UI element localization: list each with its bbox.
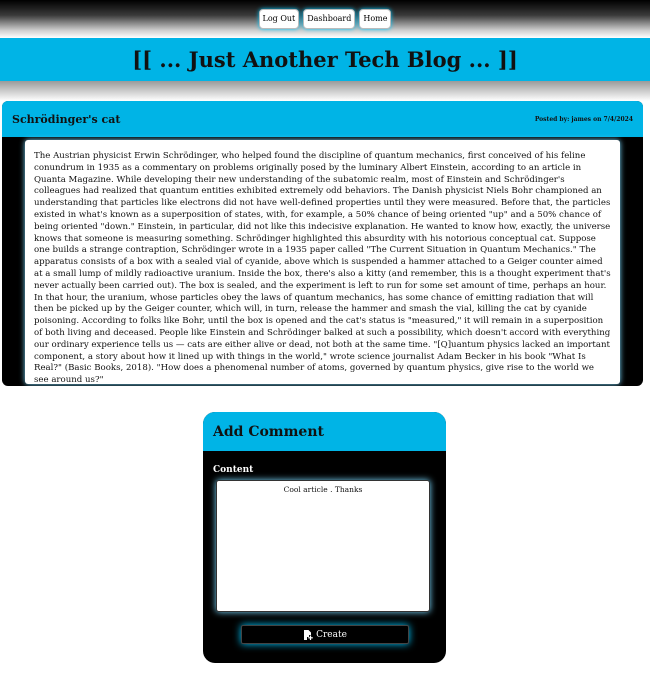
nav-bar: Log Out Dashboard Home — [0, 9, 650, 29]
content-textarea[interactable]: Cool article . Thanks — [216, 480, 430, 612]
post-title[interactable]: Schrödinger's cat — [12, 113, 120, 126]
site-header: [[ ... Just Another Tech Blog ... ]] — [0, 38, 650, 81]
file-plus-icon — [304, 629, 313, 640]
header-shadow — [0, 81, 650, 101]
post-body: The Austrian physicist Erwin Schrödinger… — [25, 140, 620, 386]
comment-form-title: Add Comment — [213, 423, 324, 440]
home-button[interactable]: Home — [359, 9, 392, 29]
content-label: Content — [213, 465, 254, 475]
add-comment-form: Add Comment Content Cool article . Thank… — [203, 412, 446, 663]
post-meta: Posted by: james on 7/4/2024 — [534, 115, 633, 123]
create-button[interactable]: Create — [241, 625, 409, 644]
dashboard-button[interactable]: Dashboard — [303, 9, 356, 29]
logout-button[interactable]: Log Out — [258, 9, 300, 29]
post-text: The Austrian physicist Erwin Schrödinger… — [34, 151, 611, 386]
post-header: Schrödinger's cat Posted by: james on 7/… — [2, 101, 643, 137]
post-card: Schrödinger's cat Posted by: james on 7/… — [2, 101, 643, 386]
comment-form-header: Add Comment — [203, 412, 446, 451]
site-title: [[ ... Just Another Tech Blog ... ]] — [132, 47, 518, 72]
create-button-label: Create — [316, 629, 347, 640]
